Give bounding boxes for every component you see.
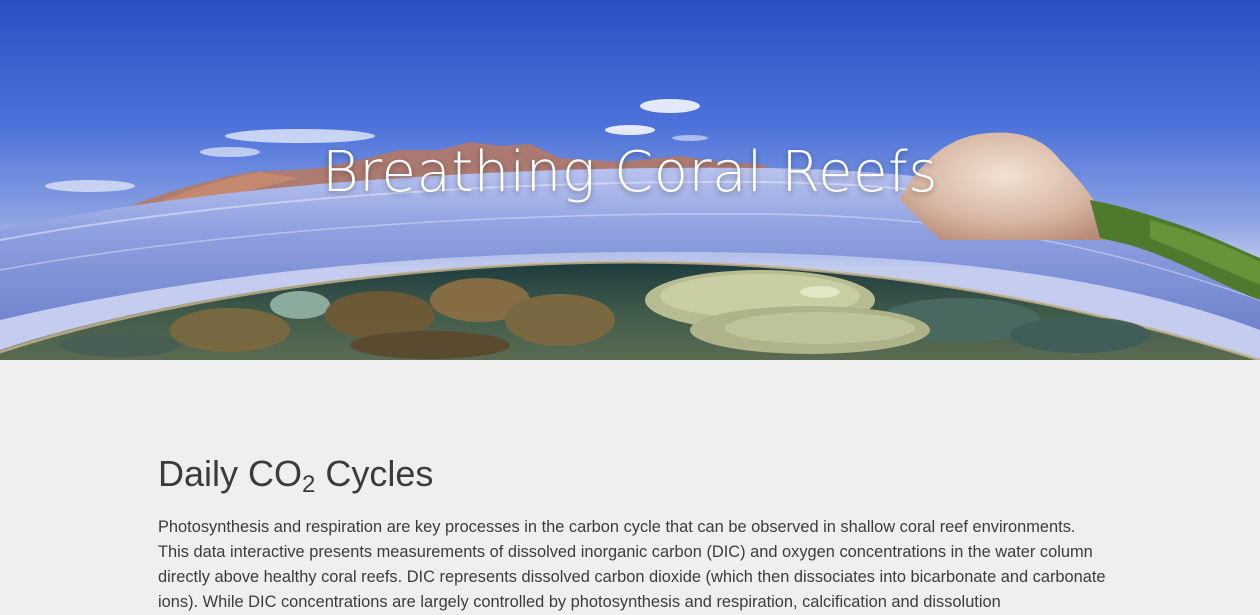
page-title: Breathing Coral Reefs [322, 140, 938, 205]
intro-paragraph: Photosynthesis and respiration are key p… [158, 518, 1106, 611]
main-content: Daily CO2 Cycles Photosynthesis and resp… [0, 360, 1260, 611]
section-heading-subscript: 2 [302, 471, 316, 498]
section-heading: Daily CO2 Cycles [158, 452, 434, 498]
hero-banner: Breathing Coral Reefs [0, 0, 1260, 360]
section-heading-rest: Cycles [315, 453, 434, 494]
section-heading-main: Daily CO [158, 453, 303, 494]
